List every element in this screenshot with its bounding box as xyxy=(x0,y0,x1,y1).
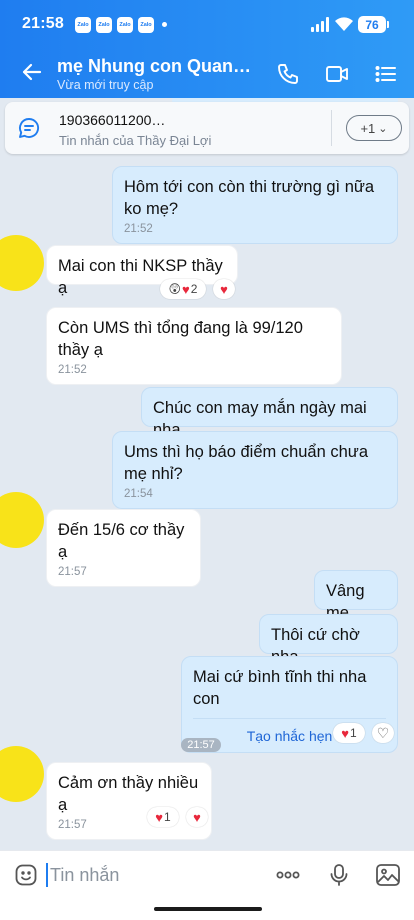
zalo-notification-icon: Zalo xyxy=(117,17,133,33)
zalo-notification-icon: Zalo xyxy=(75,17,91,33)
zalo-notification-icon: Zalo xyxy=(138,17,154,33)
wifi-icon xyxy=(335,17,353,31)
more-icon[interactable] xyxy=(275,863,301,887)
reaction-count: 1 xyxy=(350,726,357,740)
status-bar: 21:58 Zalo Zalo Zalo Zalo 76 xyxy=(0,0,414,48)
image-icon[interactable] xyxy=(375,863,401,887)
received-message[interactable]: Đến 15/6 cơ thầy ạ 21:57 xyxy=(46,509,201,587)
reaction-summary[interactable]: 😲 ♥ 2 xyxy=(160,279,206,299)
received-message[interactable]: Còn UMS thì tổng đang là 99/120 thầy ạ 2… xyxy=(46,307,342,385)
message-time: 21:54 xyxy=(124,488,153,500)
sent-message[interactable]: Vâng mẹ xyxy=(314,570,398,622)
sent-message[interactable]: Hôm tới con còn thi trường gì nữa ko mẹ?… xyxy=(112,166,398,244)
microphone-icon[interactable] xyxy=(326,863,352,887)
message-time: 21:57 xyxy=(58,566,87,578)
message-input-bar xyxy=(0,850,414,920)
react-button[interactable]: ♡ xyxy=(372,723,394,743)
sent-message[interactable]: Ums thì họ báo điểm chuẩn chưa mẹ nhỉ? 2… xyxy=(112,431,398,509)
status-time: 21:58 xyxy=(22,15,64,32)
back-arrow-icon[interactable] xyxy=(20,60,44,84)
message-text: Hôm tới con còn thi trường gì nữa ko mẹ? xyxy=(124,178,375,218)
received-message[interactable]: Mai con thi NKSP thầy ạ xyxy=(46,245,238,297)
pinned-message-bar[interactable]: 190366011200… Tin nhắn của Thầy Đại Lợi … xyxy=(5,102,409,154)
reaction-summary[interactable]: ♥ 1 xyxy=(333,723,365,743)
pinned-message-subtitle: Tin nhắn của Thầy Đại Lợi xyxy=(59,133,212,148)
signal-icon xyxy=(311,17,331,32)
message-input[interactable] xyxy=(46,863,246,887)
react-button[interactable]: ♥ xyxy=(186,807,208,827)
message-text: Cảm ơn thầy nhiều ạ xyxy=(58,774,199,814)
message-time: 21:57 xyxy=(58,819,87,831)
pinned-more-button[interactable]: +1 ⌄ xyxy=(346,115,402,141)
message-time: 21:52 xyxy=(124,223,153,235)
pinned-message-title: 190366011200… xyxy=(59,112,166,128)
menu-list-icon[interactable] xyxy=(374,62,398,86)
sent-message[interactable]: Thôi cứ chờ nha. xyxy=(259,614,398,666)
home-indicator xyxy=(154,907,262,911)
message-icon xyxy=(19,118,40,138)
reaction-count: 2 xyxy=(190,282,198,296)
heart-icon: ♥ xyxy=(193,809,201,825)
zalo-notification-icon: Zalo xyxy=(96,17,112,33)
heart-icon: ♥ xyxy=(220,281,228,297)
battery-indicator: 76 xyxy=(358,16,389,33)
reaction-count: 1 xyxy=(164,810,171,824)
message-time: 21:52 xyxy=(58,364,87,376)
heart-icon: ♥ xyxy=(155,809,164,825)
avatar[interactable] xyxy=(0,235,44,291)
avatar[interactable] xyxy=(0,746,44,802)
heart-icon: ♡ xyxy=(376,724,390,741)
conversation-title[interactable]: mẹ Nhung con Quang Hu… xyxy=(57,56,257,77)
message-text: Còn UMS thì tổng đang là 99/120 thầy ạ xyxy=(58,319,303,359)
avatar[interactable] xyxy=(0,492,44,548)
emoji-icon[interactable] xyxy=(14,863,38,887)
last-seen-status: Vừa mới truy cập xyxy=(57,78,154,92)
message-list[interactable]: 190366011200… Tin nhắn của Thầy Đại Lợi … xyxy=(0,98,414,850)
chevron-down-icon: ⌄ xyxy=(378,122,388,135)
heart-icon: ♥ xyxy=(341,725,350,741)
phone-icon[interactable] xyxy=(276,62,300,86)
message-text: Mai cứ bình tĩnh thi nha con xyxy=(193,668,367,708)
message-text: Ums thì họ báo điểm chuẩn chưa mẹ nhỉ? xyxy=(124,443,369,483)
video-call-icon[interactable] xyxy=(325,62,349,86)
react-button[interactable]: ♥ xyxy=(213,279,235,299)
time-divider: 21:57 xyxy=(181,738,221,752)
notification-dot xyxy=(162,22,167,27)
divider xyxy=(331,110,332,146)
pinned-more-count: +1 xyxy=(360,120,376,136)
chat-header: 21:58 Zalo Zalo Zalo Zalo 76 mẹ Nhung co… xyxy=(0,0,414,98)
received-message[interactable]: Cảm ơn thầy nhiều ạ 21:57 xyxy=(46,762,212,840)
surprised-face-icon: 😲 xyxy=(168,282,182,296)
heart-icon: ♥ xyxy=(182,281,190,297)
reaction-summary[interactable]: ♥ 1 xyxy=(147,807,179,827)
message-text: Đến 15/6 cơ thầy ạ xyxy=(58,521,185,561)
sent-message[interactable]: Chúc con may mắn ngày mai nha xyxy=(141,387,398,439)
